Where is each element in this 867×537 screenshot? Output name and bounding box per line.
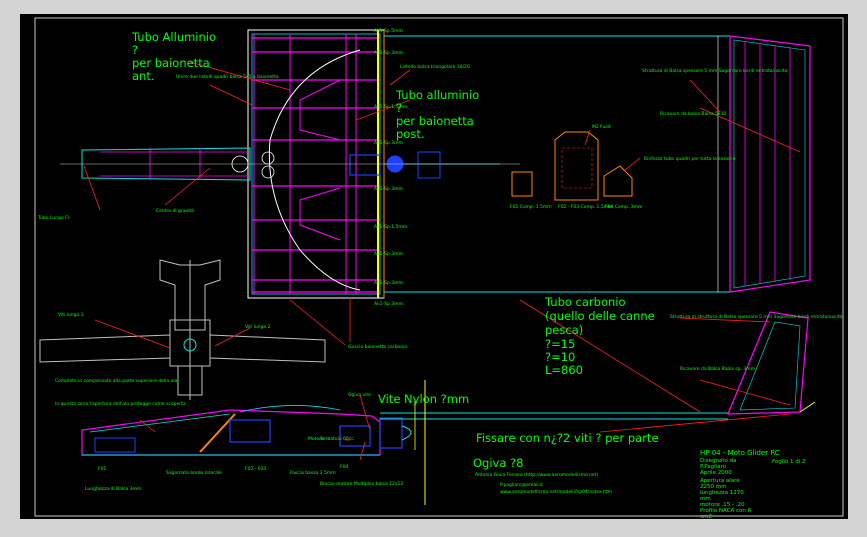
note-f04b: F04 <box>340 464 348 470</box>
note-sagomato: Sagomato bordo laterale <box>166 470 222 476</box>
title-3: Aprile 2000 <box>700 470 732 476</box>
note-f01: F01 Comp. 1.5mm <box>510 204 552 210</box>
label-carbonio-1: Tubo carbonio <box>544 295 626 309</box>
note-centro: Centro di gravità <box>156 207 194 214</box>
label-tubo-ant-2: ? <box>132 43 138 57</box>
label-carbonio-4: ?=15 <box>545 337 575 351</box>
sp-label-1: Ali1-Sp.3mm <box>374 50 403 56</box>
note-url-3: www.aeromodellismo.net/modelli/hp04/inde… <box>500 489 612 495</box>
label-tubo-ant-3: per baionetta <box>132 56 210 70</box>
note-viti-1: Viti lungo 1 <box>58 312 84 318</box>
note-url-1: Antonio Gioia Ferraro (http://www.aeromo… <box>475 472 598 478</box>
sp-label-3: Ali1-Sp.3mm <box>374 140 403 146</box>
note-lunghezza: Lunghezza di Balsa 3mm <box>85 486 141 492</box>
note-ogive: Ogiva vite <box>348 392 371 398</box>
label-fissare: Fissare con n¿?2 viti ? per parte <box>476 431 659 445</box>
note-ricavare: Ricavare da balsa Balsa 5x10 <box>660 111 726 117</box>
note-struttura-coda: Struttura di struttura di Balsa spessore… <box>670 314 842 320</box>
label-vite-nylon: Vite Nylon ?mm <box>378 392 469 406</box>
note-listello: Listello balsa triangolare 10/20 <box>400 64 470 70</box>
note-unire: Unire due listelli quadri balsa 5x5 a ba… <box>176 74 279 80</box>
title-sheet: Foglio 1 di 2 <box>772 459 806 465</box>
sp-label-5: Ali1-Sp.1.5mm <box>374 224 407 230</box>
note-in-questa: In questa zona l'apertura dell'ala prote… <box>55 401 186 407</box>
title-10: cm2 <box>700 514 712 520</box>
note-guscio: Guscio baionetta carbonio <box>348 344 407 350</box>
sp-label-7: Ali1-Sp.3mm <box>374 280 403 286</box>
title-main: HP 04 - Moto Glider RC <box>700 449 780 457</box>
note-f02b: F02 - F03 <box>245 466 266 472</box>
note-blocco: Blocco motore Multiplex balsa 12x12 <box>320 481 403 487</box>
sp-label-4: Ali1-Sp.3mm <box>374 186 403 192</box>
note-serbatoio: Serbatoio 60cc <box>320 436 354 442</box>
label-tubo-ant-1: Tubo Alluminio <box>131 30 216 44</box>
note-fascia: Fascia bassa 3.5mm <box>290 470 336 476</box>
label-carbonio-6: L=860 <box>545 363 583 377</box>
sp-label-2: Ali1-Sp.1.5mm <box>374 104 407 110</box>
note-tubo-lungo: Tubo Lungo Fl. <box>37 215 70 221</box>
note-mezzo: M2 Fusit <box>592 124 611 130</box>
note-ricavare2: Ricavare da Balsa Balsa sp. 3mm <box>680 366 755 372</box>
label-tubo-post-4: post. <box>396 127 425 141</box>
sp-label-0: Ali1-Sp.5mm <box>374 28 403 34</box>
note-viti-2: Viti lungo 2 <box>245 324 271 330</box>
note-url-2: P.pagliaro@email.it <box>500 482 543 488</box>
note-f04: F04 Comp. 3mm <box>605 204 642 210</box>
label-tubo-post-3: per baionetta <box>396 114 474 128</box>
label-carbonio-2: (quello delle canne <box>545 309 655 323</box>
note-struttura-ali: Struttura di Balsa spessore 5 mm Sagomar… <box>642 68 788 74</box>
label-tubo-ant-4: ant. <box>132 69 155 83</box>
label-ogiva: Ogiva ?8 <box>473 456 523 470</box>
note-complete: Complete in compensato alla parte superi… <box>55 378 178 384</box>
label-carbonio-3: pesca) <box>545 323 583 337</box>
note-rinforzo: Rinforzo tubo quadri per tutta la sezion… <box>644 156 735 162</box>
cad-drawing: Tubo Alluminio ? per baionetta ant. Tubo… <box>20 14 848 520</box>
sp-label-8: Ali1-Sp.3mm <box>374 301 403 307</box>
label-carbonio-5: ?=10 <box>545 350 575 364</box>
cad-viewport: Tubo Alluminio ? per baionetta ant. Tubo… <box>0 0 867 533</box>
label-tubo-post-1: Tubo alluminio <box>395 88 479 102</box>
sp-label-6: Ali1-Sp.3mm <box>374 251 403 257</box>
note-f01b: F01 <box>98 466 106 472</box>
